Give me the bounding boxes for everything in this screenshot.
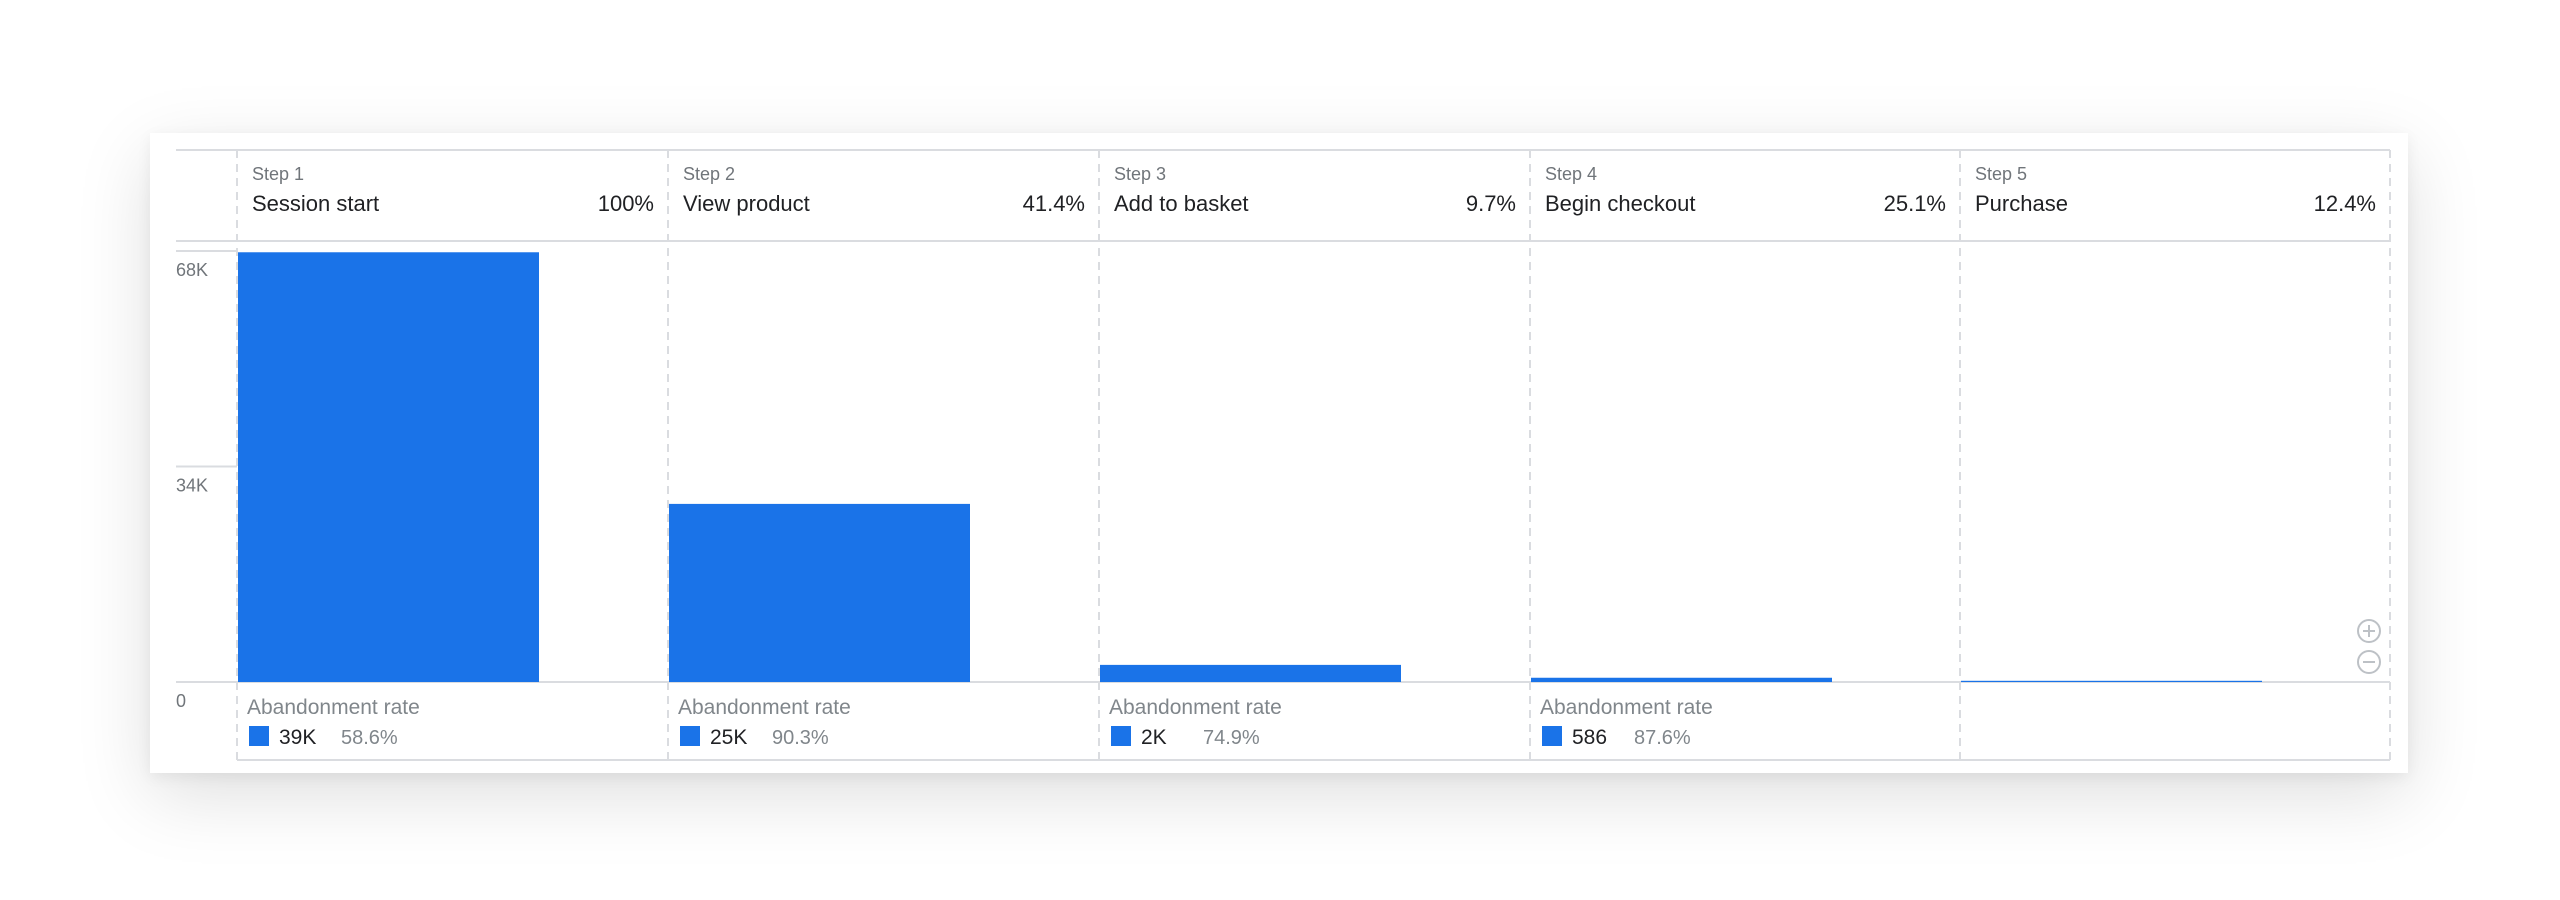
zoom-out-icon[interactable] xyxy=(2357,650,2381,674)
y-tick-label: 68K xyxy=(176,260,208,280)
step-name-label: Purchase xyxy=(1975,191,2068,216)
funnel-bar xyxy=(1961,680,2262,682)
abandonment-count: 2K xyxy=(1141,726,1167,749)
abandonment-swatch xyxy=(680,726,700,746)
abandonment-rate: 87.6% xyxy=(1634,727,1691,749)
step-name-label: Session start xyxy=(252,191,379,216)
step-percent-label: 100% xyxy=(598,191,654,216)
funnel-bar xyxy=(238,252,539,683)
abandonment-rate-title: Abandonment rate xyxy=(1540,696,1713,719)
abandonment-rate: 74.9% xyxy=(1203,727,1260,749)
step-percent-label: 12.4% xyxy=(2314,191,2376,216)
funnel-bar xyxy=(669,503,970,682)
abandonment-swatch xyxy=(249,726,269,746)
y-tick-label: 34K xyxy=(176,476,208,496)
abandonment-swatch xyxy=(1111,726,1131,746)
abandonment-rate-title: Abandonment rate xyxy=(247,696,420,719)
step-percent-label: 9.7% xyxy=(1466,191,1516,216)
step-number-label: Step 5 xyxy=(1975,164,2027,184)
step-number-label: Step 2 xyxy=(683,164,735,184)
step-name-label: View product xyxy=(683,191,810,216)
step-number-label: Step 3 xyxy=(1114,164,1166,184)
funnel-bar xyxy=(1100,664,1401,682)
step-percent-label: 25.1% xyxy=(1884,191,1946,216)
abandonment-rate: 90.3% xyxy=(772,727,829,749)
y-tick-label: 0 xyxy=(176,691,186,711)
abandonment-rate-title: Abandonment rate xyxy=(678,696,851,719)
zoom-in-icon[interactable] xyxy=(2357,619,2381,643)
abandonment-count: 39K xyxy=(279,726,316,749)
abandonment-count: 586 xyxy=(1572,726,1607,749)
abandonment-rate: 58.6% xyxy=(341,727,398,749)
funnel-chart: 68K 34K 0 Step 1 Session start 100% Abandonmen… xyxy=(176,149,2391,761)
funnel-bar xyxy=(1531,677,1832,682)
step-name-label: Begin checkout xyxy=(1545,191,1695,216)
step-number-label: Step 1 xyxy=(252,164,304,184)
abandonment-swatch xyxy=(1542,726,1562,746)
step-percent-label: 41.4% xyxy=(1023,191,1085,216)
step-name-label: Add to basket xyxy=(1114,191,1249,216)
step-number-label: Step 4 xyxy=(1545,164,1597,184)
abandonment-rate-title: Abandonment rate xyxy=(1109,696,1282,719)
abandonment-count: 25K xyxy=(710,726,747,749)
